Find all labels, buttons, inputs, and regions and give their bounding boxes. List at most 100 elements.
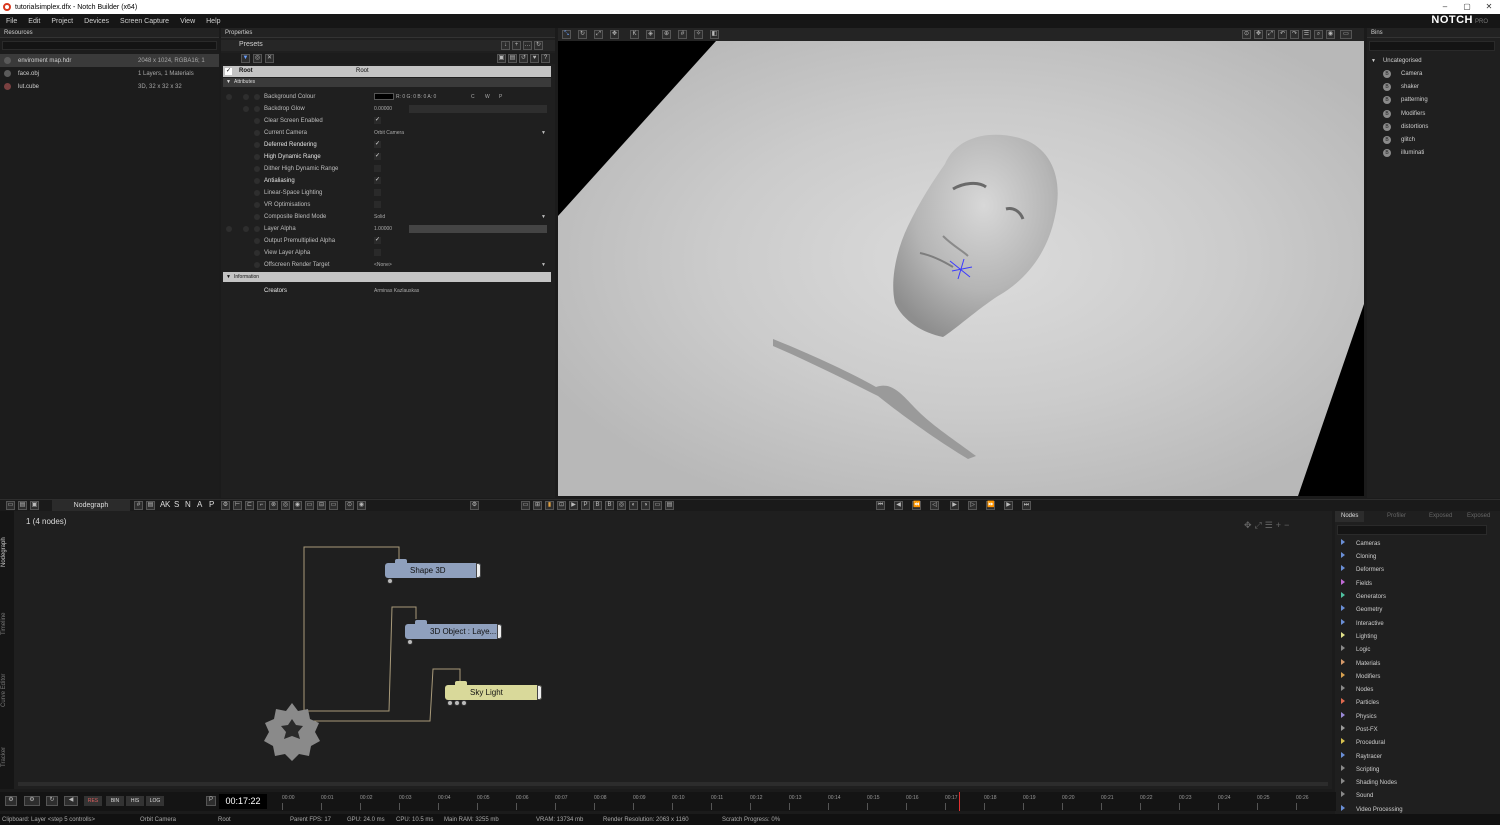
node-output-port[interactable]: [407, 639, 413, 645]
buffer2-icon[interactable]: B: [605, 501, 614, 510]
bookmark-icon[interactable]: ⊟: [317, 501, 326, 510]
fit-icon[interactable]: ⤢: [1266, 30, 1275, 39]
render-target-select[interactable]: <None>: [374, 259, 392, 271]
download-icon[interactable]: ↓: [501, 41, 510, 50]
render-icon[interactable]: ▭: [521, 501, 530, 510]
node-input-port[interactable]: [395, 559, 407, 564]
category-deformers[interactable]: Deformers: [1341, 564, 1384, 577]
fps-icon[interactable]: ⊞: [533, 501, 542, 510]
align-icon[interactable]: ⊢: [233, 501, 242, 510]
back-icon[interactable]: ◀: [64, 796, 78, 806]
step-forward-icon[interactable]: ▷: [968, 501, 977, 510]
bin-item[interactable]: Bshaker: [1383, 80, 1419, 93]
layer-alpha-value[interactable]: 1.00000: [374, 223, 392, 235]
category-modifiers[interactable]: Modifiers: [1341, 671, 1380, 684]
close-button[interactable]: ✕: [1478, 0, 1500, 14]
bin-item[interactable]: B Modifiers: [1383, 107, 1425, 120]
bin-button[interactable]: BIN: [106, 796, 124, 806]
expose-icon[interactable]: [254, 166, 260, 172]
root-enable-checkbox[interactable]: ✓: [225, 68, 232, 75]
export-icon[interactable]: ⊙: [345, 501, 354, 510]
reload-icon[interactable]: ↻: [46, 796, 58, 806]
chevron-down-icon[interactable]: ▼: [541, 127, 546, 139]
menu-screen-capture[interactable]: Screen Capture: [120, 18, 169, 25]
clear-icon[interactable]: ✕: [265, 54, 274, 63]
snap-s-button[interactable]: S: [174, 500, 179, 509]
rotate-tool-icon[interactable]: ↻: [578, 30, 587, 39]
minimize-button[interactable]: –: [1434, 0, 1456, 14]
colour-picker-button[interactable]: C: [471, 91, 475, 103]
category-materials[interactable]: Materials: [1341, 658, 1380, 671]
ao-icon[interactable]: ◐: [629, 501, 638, 510]
side-tab-timeline[interactable]: Timeline: [1, 613, 7, 635]
preview-icon[interactable]: ⊡: [557, 501, 566, 510]
dither-hdr-checkbox[interactable]: [374, 165, 381, 172]
copy-icon[interactable]: ▣: [497, 54, 506, 63]
snap-p-button[interactable]: P: [209, 500, 214, 509]
tab-nodegraph[interactable]: Nodegraph: [52, 500, 130, 511]
select-tool-icon[interactable]: ⤡: [562, 30, 571, 39]
split-icon[interactable]: ▤: [18, 501, 27, 510]
antialiasing-checkbox[interactable]: ✓: [374, 177, 381, 184]
bin-item[interactable]: Bdistortions: [1383, 120, 1428, 133]
grid-icon[interactable]: #: [678, 30, 687, 39]
category-logic[interactable]: Logic: [1341, 644, 1370, 657]
tab-exposed-2[interactable]: Exposed: [1461, 511, 1496, 522]
expose-icon[interactable]: [254, 106, 260, 112]
output-icon[interactable]: ▶: [569, 501, 578, 510]
overlay-icon[interactable]: ▭: [653, 501, 662, 510]
layout-icon[interactable]: ☰: [1302, 30, 1311, 39]
link-icon[interactable]: [243, 94, 249, 100]
clear-screen-checkbox[interactable]: ✓: [374, 117, 381, 124]
pan-icon[interactable]: ✥: [1254, 30, 1263, 39]
group-icon[interactable]: ⊗: [269, 501, 278, 510]
snap-icon[interactable]: ⊕: [662, 30, 671, 39]
comment-icon[interactable]: ▭: [305, 501, 314, 510]
keyframe-tool-icon[interactable]: K: [630, 30, 639, 39]
bin-item[interactable]: Billuminati: [1383, 146, 1424, 159]
category-raytracer[interactable]: Raytracer: [1341, 751, 1382, 764]
his-button[interactable]: HIS: [126, 796, 144, 806]
vr-optimisations-checkbox[interactable]: [374, 201, 381, 208]
help-icon[interactable]: ?: [541, 54, 550, 63]
category-sound[interactable]: Sound: [1341, 790, 1373, 803]
gizmo-icon[interactable]: ◈: [646, 30, 655, 39]
background-colour-swatch[interactable]: [374, 93, 394, 100]
expose-icon[interactable]: [254, 154, 260, 160]
node-output-port[interactable]: [447, 700, 453, 706]
blend-mode-select[interactable]: Solid: [374, 211, 385, 223]
expose-icon[interactable]: [254, 238, 260, 244]
information-section[interactable]: ▼ Information: [223, 272, 551, 282]
resources-search-input[interactable]: [2, 41, 217, 50]
add-icon[interactable]: +: [512, 41, 521, 50]
keyframe-icon[interactable]: [226, 94, 232, 100]
expose-icon[interactable]: [254, 142, 260, 148]
menu-view[interactable]: View: [180, 18, 195, 25]
maximize-button[interactable]: ▢: [1456, 0, 1478, 14]
bin-item[interactable]: B Camera: [1383, 67, 1422, 80]
menu-project[interactable]: Project: [51, 18, 73, 25]
fast-forward-icon[interactable]: ⏩: [986, 501, 995, 510]
node-output-port[interactable]: [461, 700, 467, 706]
node-output-port[interactable]: [454, 700, 460, 706]
paste-icon[interactable]: ▤: [508, 54, 517, 63]
step-back-icon[interactable]: ◁: [930, 501, 939, 510]
play-icon[interactable]: ▶: [950, 501, 959, 510]
filter-icon[interactable]: ◎: [281, 501, 290, 510]
bin-item[interactable]: Bpatterning: [1383, 93, 1428, 106]
more-icon[interactable]: …: [523, 41, 532, 50]
post-icon[interactable]: ◑: [641, 501, 650, 510]
undo-view-icon[interactable]: ↶: [1278, 30, 1287, 39]
link-icon[interactable]: [243, 106, 249, 112]
keyframe-icon[interactable]: [226, 226, 232, 232]
tab-nodes[interactable]: Nodes: [1335, 511, 1365, 522]
filter-icon[interactable]: ▼: [241, 54, 250, 63]
bin-root[interactable]: ▼ Uncategorised: [1371, 54, 1422, 67]
rewind-icon[interactable]: ⏪: [912, 501, 921, 510]
colour-icon[interactable]: ◉: [293, 501, 302, 510]
pin-icon[interactable]: P: [206, 796, 216, 806]
category-particles[interactable]: Particles: [1341, 697, 1379, 710]
refresh-icon[interactable]: ↻: [534, 41, 543, 50]
settings-icon[interactable]: ⚙: [5, 796, 17, 806]
category-interactive[interactable]: Interactive: [1341, 618, 1384, 631]
